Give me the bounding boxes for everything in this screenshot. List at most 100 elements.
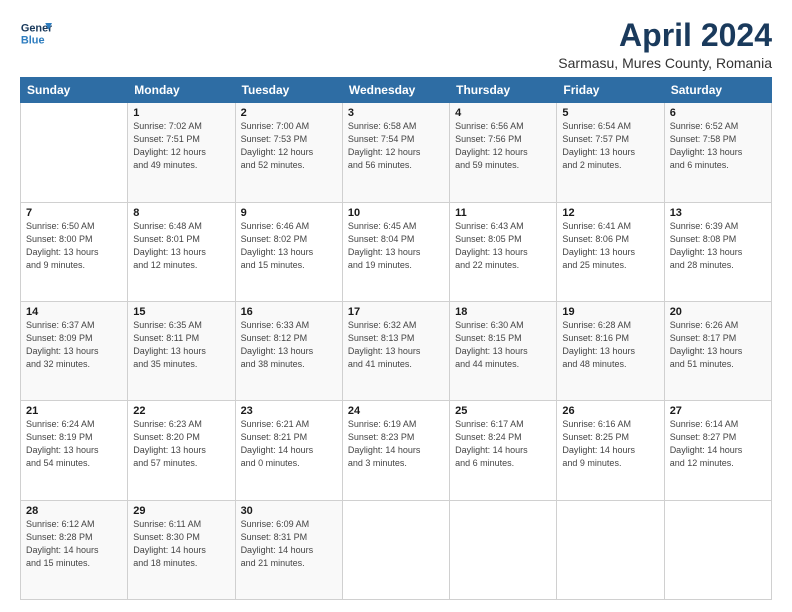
day-number: 23 xyxy=(241,405,337,417)
day-detail: Sunrise: 7:02 AM Sunset: 7:51 PM Dayligh… xyxy=(133,120,229,172)
logo: General Blue xyxy=(20,18,52,50)
day-number: 1 xyxy=(133,107,229,119)
day-detail: Sunrise: 6:41 AM Sunset: 8:06 PM Dayligh… xyxy=(562,220,658,272)
day-detail: Sunrise: 6:26 AM Sunset: 8:17 PM Dayligh… xyxy=(670,319,766,371)
day-cell xyxy=(664,500,771,599)
day-detail: Sunrise: 6:35 AM Sunset: 8:11 PM Dayligh… xyxy=(133,319,229,371)
day-detail: Sunrise: 6:43 AM Sunset: 8:05 PM Dayligh… xyxy=(455,220,551,272)
header-wednesday: Wednesday xyxy=(342,78,449,103)
week-row-2: 7Sunrise: 6:50 AM Sunset: 8:00 PM Daylig… xyxy=(21,202,772,301)
header-sunday: Sunday xyxy=(21,78,128,103)
day-number: 22 xyxy=(133,405,229,417)
day-detail: Sunrise: 6:09 AM Sunset: 8:31 PM Dayligh… xyxy=(241,518,337,570)
day-cell: 11Sunrise: 6:43 AM Sunset: 8:05 PM Dayli… xyxy=(450,202,557,301)
day-cell: 17Sunrise: 6:32 AM Sunset: 8:13 PM Dayli… xyxy=(342,301,449,400)
day-cell: 23Sunrise: 6:21 AM Sunset: 8:21 PM Dayli… xyxy=(235,401,342,500)
day-detail: Sunrise: 6:30 AM Sunset: 8:15 PM Dayligh… xyxy=(455,319,551,371)
day-number: 5 xyxy=(562,107,658,119)
day-cell: 6Sunrise: 6:52 AM Sunset: 7:58 PM Daylig… xyxy=(664,103,771,202)
header-thursday: Thursday xyxy=(450,78,557,103)
day-detail: Sunrise: 6:16 AM Sunset: 8:25 PM Dayligh… xyxy=(562,418,658,470)
day-cell: 10Sunrise: 6:45 AM Sunset: 8:04 PM Dayli… xyxy=(342,202,449,301)
day-number: 20 xyxy=(670,306,766,318)
day-number: 10 xyxy=(348,207,444,219)
day-cell xyxy=(450,500,557,599)
day-number: 24 xyxy=(348,405,444,417)
svg-text:Blue: Blue xyxy=(21,34,45,46)
calendar: Sunday Monday Tuesday Wednesday Thursday… xyxy=(20,77,772,600)
header-tuesday: Tuesday xyxy=(235,78,342,103)
day-number: 3 xyxy=(348,107,444,119)
day-detail: Sunrise: 6:39 AM Sunset: 8:08 PM Dayligh… xyxy=(670,220,766,272)
day-number: 30 xyxy=(241,505,337,517)
day-detail: Sunrise: 6:33 AM Sunset: 8:12 PM Dayligh… xyxy=(241,319,337,371)
header-monday: Monday xyxy=(128,78,235,103)
day-cell: 18Sunrise: 6:30 AM Sunset: 8:15 PM Dayli… xyxy=(450,301,557,400)
day-number: 2 xyxy=(241,107,337,119)
day-detail: Sunrise: 6:54 AM Sunset: 7:57 PM Dayligh… xyxy=(562,120,658,172)
day-number: 4 xyxy=(455,107,551,119)
day-detail: Sunrise: 6:28 AM Sunset: 8:16 PM Dayligh… xyxy=(562,319,658,371)
day-number: 29 xyxy=(133,505,229,517)
day-cell: 7Sunrise: 6:50 AM Sunset: 8:00 PM Daylig… xyxy=(21,202,128,301)
day-cell: 20Sunrise: 6:26 AM Sunset: 8:17 PM Dayli… xyxy=(664,301,771,400)
day-cell: 9Sunrise: 6:46 AM Sunset: 8:02 PM Daylig… xyxy=(235,202,342,301)
day-number: 7 xyxy=(26,207,122,219)
day-cell: 8Sunrise: 6:48 AM Sunset: 8:01 PM Daylig… xyxy=(128,202,235,301)
day-cell: 2Sunrise: 7:00 AM Sunset: 7:53 PM Daylig… xyxy=(235,103,342,202)
day-cell: 25Sunrise: 6:17 AM Sunset: 8:24 PM Dayli… xyxy=(450,401,557,500)
day-cell xyxy=(342,500,449,599)
day-detail: Sunrise: 6:52 AM Sunset: 7:58 PM Dayligh… xyxy=(670,120,766,172)
day-detail: Sunrise: 7:00 AM Sunset: 7:53 PM Dayligh… xyxy=(241,120,337,172)
day-cell: 12Sunrise: 6:41 AM Sunset: 8:06 PM Dayli… xyxy=(557,202,664,301)
title-block: April 2024 Sarmasu, Mures County, Romani… xyxy=(558,18,772,71)
day-cell: 28Sunrise: 6:12 AM Sunset: 8:28 PM Dayli… xyxy=(21,500,128,599)
day-number: 11 xyxy=(455,207,551,219)
day-cell: 26Sunrise: 6:16 AM Sunset: 8:25 PM Dayli… xyxy=(557,401,664,500)
day-cell: 13Sunrise: 6:39 AM Sunset: 8:08 PM Dayli… xyxy=(664,202,771,301)
calendar-body: 1Sunrise: 7:02 AM Sunset: 7:51 PM Daylig… xyxy=(21,103,772,600)
day-number: 6 xyxy=(670,107,766,119)
day-cell: 1Sunrise: 7:02 AM Sunset: 7:51 PM Daylig… xyxy=(128,103,235,202)
week-row-4: 21Sunrise: 6:24 AM Sunset: 8:19 PM Dayli… xyxy=(21,401,772,500)
day-cell: 30Sunrise: 6:09 AM Sunset: 8:31 PM Dayli… xyxy=(235,500,342,599)
day-cell: 27Sunrise: 6:14 AM Sunset: 8:27 PM Dayli… xyxy=(664,401,771,500)
day-number: 12 xyxy=(562,207,658,219)
day-detail: Sunrise: 6:46 AM Sunset: 8:02 PM Dayligh… xyxy=(241,220,337,272)
calendar-header: Sunday Monday Tuesday Wednesday Thursday… xyxy=(21,78,772,103)
day-detail: Sunrise: 6:12 AM Sunset: 8:28 PM Dayligh… xyxy=(26,518,122,570)
page: General Blue April 2024 Sarmasu, Mures C… xyxy=(0,0,792,612)
day-detail: Sunrise: 6:58 AM Sunset: 7:54 PM Dayligh… xyxy=(348,120,444,172)
day-detail: Sunrise: 6:21 AM Sunset: 8:21 PM Dayligh… xyxy=(241,418,337,470)
day-number: 8 xyxy=(133,207,229,219)
day-cell xyxy=(557,500,664,599)
month-title: April 2024 xyxy=(558,18,772,53)
header: General Blue April 2024 Sarmasu, Mures C… xyxy=(20,18,772,71)
day-detail: Sunrise: 6:50 AM Sunset: 8:00 PM Dayligh… xyxy=(26,220,122,272)
day-cell: 22Sunrise: 6:23 AM Sunset: 8:20 PM Dayli… xyxy=(128,401,235,500)
day-detail: Sunrise: 6:19 AM Sunset: 8:23 PM Dayligh… xyxy=(348,418,444,470)
day-detail: Sunrise: 6:48 AM Sunset: 8:01 PM Dayligh… xyxy=(133,220,229,272)
day-cell: 15Sunrise: 6:35 AM Sunset: 8:11 PM Dayli… xyxy=(128,301,235,400)
day-number: 15 xyxy=(133,306,229,318)
day-cell: 5Sunrise: 6:54 AM Sunset: 7:57 PM Daylig… xyxy=(557,103,664,202)
day-cell: 3Sunrise: 6:58 AM Sunset: 7:54 PM Daylig… xyxy=(342,103,449,202)
calendar-table: Sunday Monday Tuesday Wednesday Thursday… xyxy=(20,77,772,600)
day-number: 18 xyxy=(455,306,551,318)
day-number: 19 xyxy=(562,306,658,318)
day-detail: Sunrise: 6:17 AM Sunset: 8:24 PM Dayligh… xyxy=(455,418,551,470)
day-detail: Sunrise: 6:14 AM Sunset: 8:27 PM Dayligh… xyxy=(670,418,766,470)
week-row-1: 1Sunrise: 7:02 AM Sunset: 7:51 PM Daylig… xyxy=(21,103,772,202)
day-detail: Sunrise: 6:11 AM Sunset: 8:30 PM Dayligh… xyxy=(133,518,229,570)
day-cell: 14Sunrise: 6:37 AM Sunset: 8:09 PM Dayli… xyxy=(21,301,128,400)
day-detail: Sunrise: 6:37 AM Sunset: 8:09 PM Dayligh… xyxy=(26,319,122,371)
day-number: 28 xyxy=(26,505,122,517)
day-number: 21 xyxy=(26,405,122,417)
day-number: 25 xyxy=(455,405,551,417)
day-number: 14 xyxy=(26,306,122,318)
day-detail: Sunrise: 6:24 AM Sunset: 8:19 PM Dayligh… xyxy=(26,418,122,470)
day-number: 27 xyxy=(670,405,766,417)
day-detail: Sunrise: 6:23 AM Sunset: 8:20 PM Dayligh… xyxy=(133,418,229,470)
day-detail: Sunrise: 6:32 AM Sunset: 8:13 PM Dayligh… xyxy=(348,319,444,371)
logo-icon: General Blue xyxy=(20,18,52,50)
